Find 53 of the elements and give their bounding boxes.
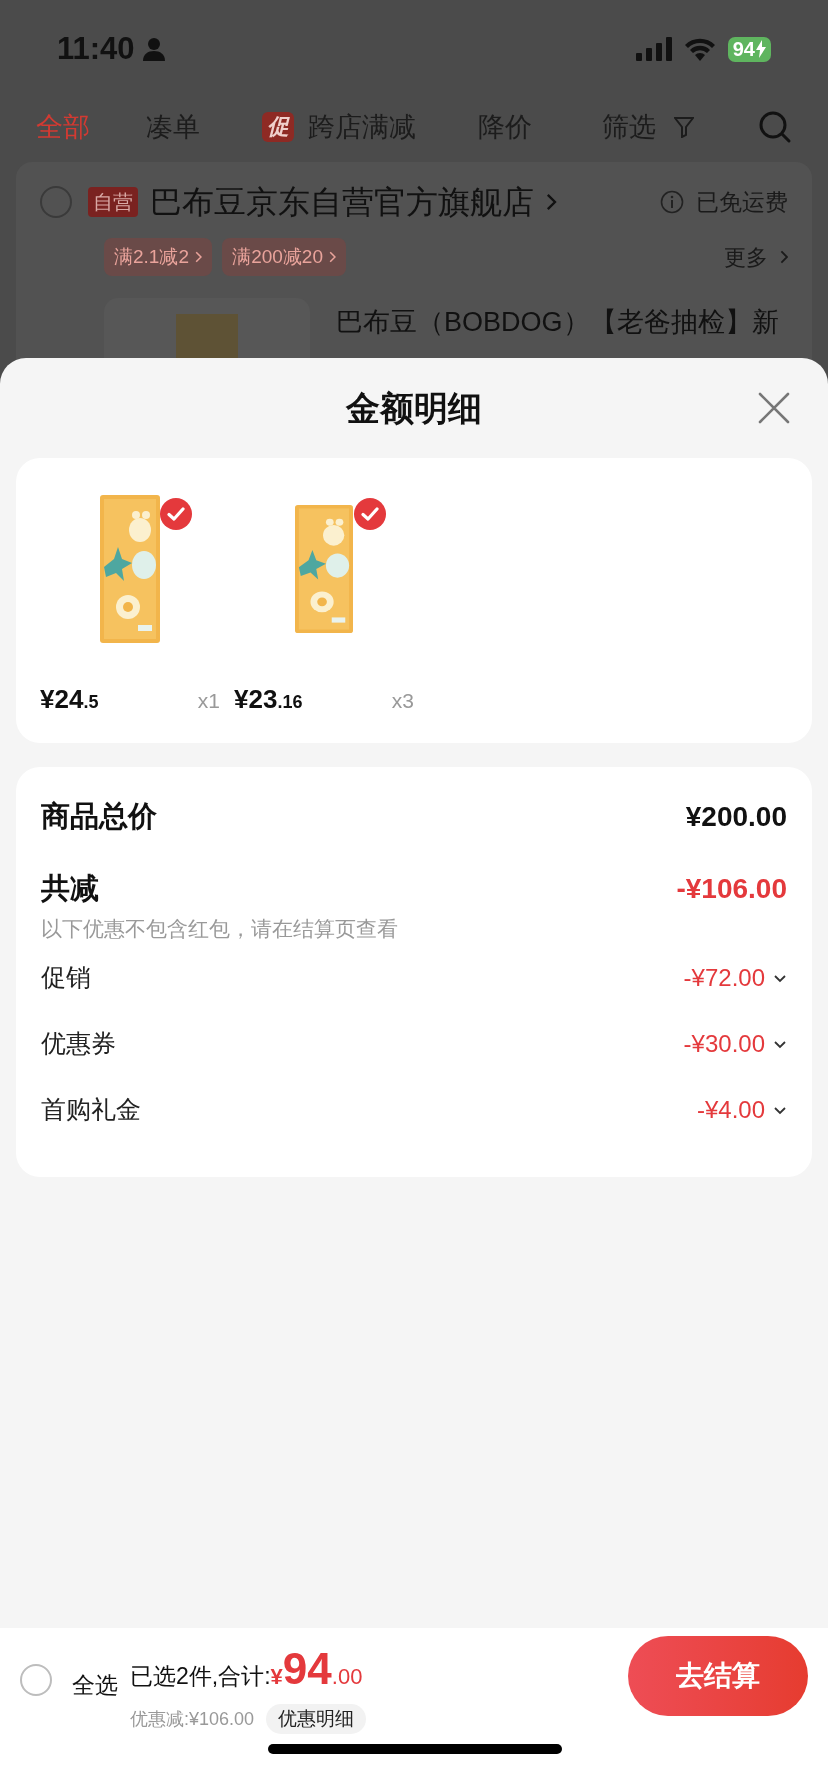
- chevron-icon: [195, 251, 203, 263]
- more-link[interactable]: 更多: [723, 240, 768, 274]
- chevron-icon[interactable]: [773, 972, 787, 983]
- person-icon: [142, 37, 165, 61]
- saving-text: 优惠减:¥106.00: [130, 1707, 255, 1731]
- info-icon: [660, 190, 684, 214]
- discount-label: 共减: [41, 871, 99, 907]
- chevron-icon: [329, 251, 337, 263]
- chevron-icon[interactable]: [773, 1038, 787, 1049]
- discount-detail-button[interactable]: 优惠明细: [266, 1704, 367, 1734]
- total-amount: ¥200.00: [685, 800, 787, 834]
- discount-item-label: 优惠券: [41, 1027, 116, 1059]
- product-quantity: x3: [391, 688, 414, 714]
- product-price: ¥24.5: [40, 683, 99, 716]
- discount-item-label: 首购礼金: [41, 1093, 141, 1125]
- discount-row[interactable]: 优惠券 -¥30.00: [41, 1010, 787, 1077]
- select-all-checkbox[interactable]: [20, 1664, 52, 1696]
- signal-icon: [635, 37, 672, 61]
- store-checkbox[interactable]: [40, 186, 72, 218]
- product-checkbox[interactable]: [160, 498, 192, 530]
- discount-row[interactable]: 首购礼金 -¥4.00: [41, 1076, 787, 1143]
- chevron-icon: [779, 250, 788, 264]
- store-name[interactable]: 巴布豆京东自营官方旗舰店: [150, 178, 534, 226]
- total-price: ¥94.00: [270, 1643, 363, 1695]
- sheet-title: 金额明细: [346, 387, 482, 429]
- product-title: 巴布豆（BOBDOG）【老爸抽检】新: [336, 306, 779, 339]
- discount-amount: -¥106.00: [676, 872, 787, 906]
- selected-summary: 已选2件,合计:: [130, 1662, 271, 1691]
- total-label: 商品总价: [41, 799, 157, 835]
- chevron-icon[interactable]: [773, 1104, 787, 1115]
- checkout-button[interactable]: 去结算: [628, 1636, 808, 1716]
- promo-badge: 促: [262, 112, 294, 142]
- select-all-label[interactable]: 全选: [72, 1668, 118, 1703]
- wifi-icon: [683, 37, 716, 61]
- discount-item-label: 促销: [41, 961, 91, 993]
- product-price: ¥23.16: [234, 683, 303, 716]
- discount-note: 以下优惠不包含红包，请在结算页查看: [41, 916, 399, 942]
- product-quantity: x1: [197, 688, 220, 714]
- discount-item-amount: -¥72.00: [683, 962, 765, 993]
- self-operated-badge: 自营: [88, 187, 138, 217]
- battery-indicator: 94: [727, 36, 771, 62]
- close-icon[interactable]: [758, 392, 790, 424]
- shipping-label: 已免运费: [696, 187, 788, 217]
- promo-tag[interactable]: 满200减20: [222, 238, 347, 276]
- charging-icon: [756, 40, 766, 58]
- status-time: 11:40: [57, 29, 135, 68]
- discount-item-amount: -¥4.00: [696, 1094, 765, 1125]
- discount-row[interactable]: 促销 -¥72.00: [41, 944, 787, 1011]
- search-icon[interactable]: [758, 110, 792, 144]
- promo-tag[interactable]: 满2.1减2: [104, 238, 213, 276]
- product-checkbox[interactable]: [354, 498, 386, 530]
- discount-item-amount: -¥30.00: [683, 1028, 765, 1059]
- chevron-icon: [546, 193, 557, 211]
